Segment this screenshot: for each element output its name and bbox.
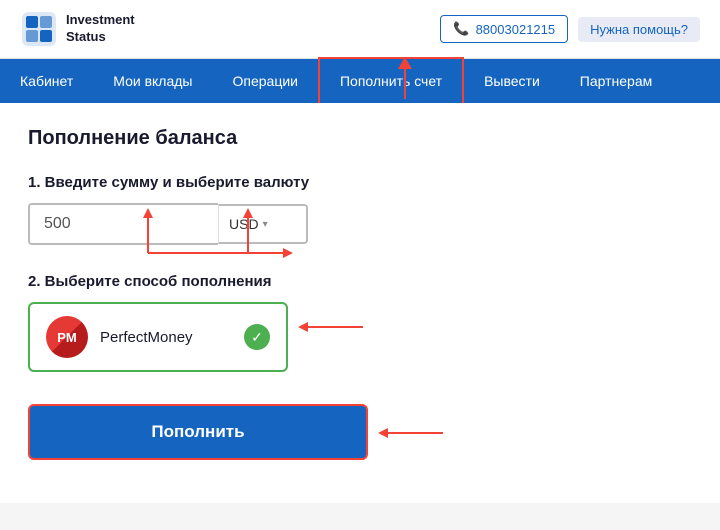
nav-item-withdraw[interactable]: Вывести [464,59,560,103]
header: Investment Status 📞 88003021215 Нужна по… [0,0,720,59]
navigation: Кабинет Мои вклады Операции Пополнить сч… [0,59,720,103]
logo-icon [20,10,58,48]
payment-option-wrapper: PM PerfectMoney ✓ [28,302,288,372]
pm-logo: PM [46,316,88,358]
submit-area: Пополнить [28,404,368,460]
logo: Investment Status [20,10,135,48]
pm-name: PerfectMoney [100,329,193,346]
header-right: 📞 88003021215 Нужна помощь? [440,15,700,43]
submit-button[interactable]: Пополнить [28,404,368,460]
step2-label: 2. Выберите способ пополнения [28,273,692,290]
logo-text: Investment Status [66,12,135,46]
nav-item-topup[interactable]: Пополнить счет [318,57,464,105]
phone-icon: 📞 [453,21,469,37]
pm-check-icon: ✓ [244,324,270,350]
nav-arrow-annotation [398,57,412,99]
nav-item-operations[interactable]: Операции [212,59,318,103]
nav-item-cabinet[interactable]: Кабинет [0,59,93,103]
payment-section: 2. Выберите способ пополнения PM Perfect… [28,273,692,372]
main-content: Пополнение баланса 1. Введите сумму и вы… [0,103,720,503]
page-title: Пополнение баланса [28,127,692,150]
nav-item-partners[interactable]: Партнерам [560,59,672,103]
phone-button[interactable]: 📞 88003021215 [440,15,568,43]
submit-arrow-svg [373,418,453,448]
payment-option-perfectmoney[interactable]: PM PerfectMoney ✓ [28,302,288,372]
step1-label: 1. Введите сумму и выберите валюту [28,174,692,191]
amount-arrow-svg [88,203,388,263]
help-button[interactable]: Нужна помощь? [578,17,700,42]
nav-item-deposits[interactable]: Мои вклады [93,59,212,103]
payment-arrow-svg [293,312,373,342]
